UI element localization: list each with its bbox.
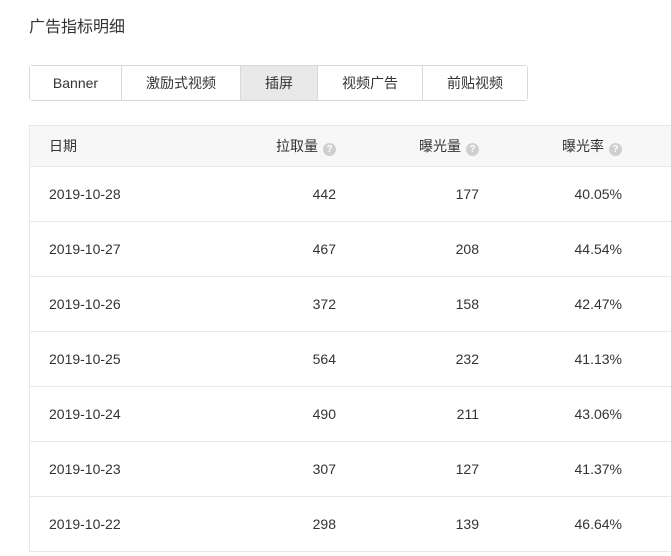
header-rate: 曝光率? (479, 136, 622, 156)
cell-date: 2019-10-22 (49, 516, 121, 532)
cell-pull: 564 (312, 351, 336, 367)
cell-pull: 467 (312, 241, 336, 257)
tab-preroll-video[interactable]: 前贴视频 (423, 66, 527, 100)
cell-date: 2019-10-28 (49, 186, 121, 202)
table-row: 2019-10-28 442 177 40.05% (30, 167, 671, 222)
cell-rate: 44.54% (574, 241, 622, 257)
header-pull: 拉取量? (192, 136, 336, 156)
cell-exposure: 177 (455, 186, 479, 202)
help-icon[interactable]: ? (466, 143, 479, 156)
table-row: 2019-10-23 307 127 41.37% (30, 442, 671, 497)
table-row: 2019-10-25 564 232 41.13% (30, 332, 671, 387)
header-date: 日期 (49, 138, 77, 154)
header-exposure: 曝光量? (336, 136, 479, 156)
help-icon[interactable]: ? (609, 143, 622, 156)
table-row: 2019-10-27 467 208 44.54% (30, 222, 671, 277)
cell-date: 2019-10-26 (49, 296, 121, 312)
cell-rate: 46.64% (574, 516, 622, 532)
cell-pull: 298 (312, 516, 336, 532)
tab-banner[interactable]: Banner (30, 66, 122, 100)
cell-rate: 40.05% (574, 186, 622, 202)
cell-pull: 372 (312, 296, 336, 312)
cell-date: 2019-10-24 (49, 406, 121, 422)
cell-date: 2019-10-27 (49, 241, 121, 257)
ad-metrics-table: 日期 拉取量? 曝光量? 曝光率? 2019-10-28 442 177 40.… (29, 125, 671, 552)
cell-rate: 43.06% (574, 406, 622, 422)
cell-exposure: 211 (456, 406, 479, 422)
table-row: 2019-10-24 490 211 43.06% (30, 387, 671, 442)
help-icon[interactable]: ? (323, 143, 336, 156)
cell-exposure: 158 (455, 296, 479, 312)
ad-type-tabs: Banner 激励式视频 插屏 视频广告 前贴视频 (29, 65, 528, 101)
cell-date: 2019-10-23 (49, 461, 121, 477)
table-header-row: 日期 拉取量? 曝光量? 曝光率? (30, 126, 671, 167)
page-title: 广告指标明细 (29, 19, 126, 36)
table-row: 2019-10-22 298 139 46.64% (30, 497, 671, 552)
cell-rate: 41.37% (574, 461, 622, 477)
tab-video-ad[interactable]: 视频广告 (318, 66, 423, 100)
cell-rate: 42.47% (574, 296, 622, 312)
tab-interstitial[interactable]: 插屏 (241, 66, 318, 100)
cell-exposure: 139 (455, 516, 479, 532)
table-row: 2019-10-26 372 158 42.47% (30, 277, 671, 332)
cell-pull: 307 (312, 461, 336, 477)
tab-rewarded-video[interactable]: 激励式视频 (122, 66, 241, 100)
cell-date: 2019-10-25 (49, 351, 121, 367)
cell-pull: 490 (312, 406, 336, 422)
cell-rate: 41.13% (574, 351, 622, 367)
cell-exposure: 208 (455, 241, 479, 257)
cell-exposure: 127 (455, 461, 479, 477)
cell-exposure: 232 (455, 351, 479, 367)
cell-pull: 442 (312, 186, 336, 202)
